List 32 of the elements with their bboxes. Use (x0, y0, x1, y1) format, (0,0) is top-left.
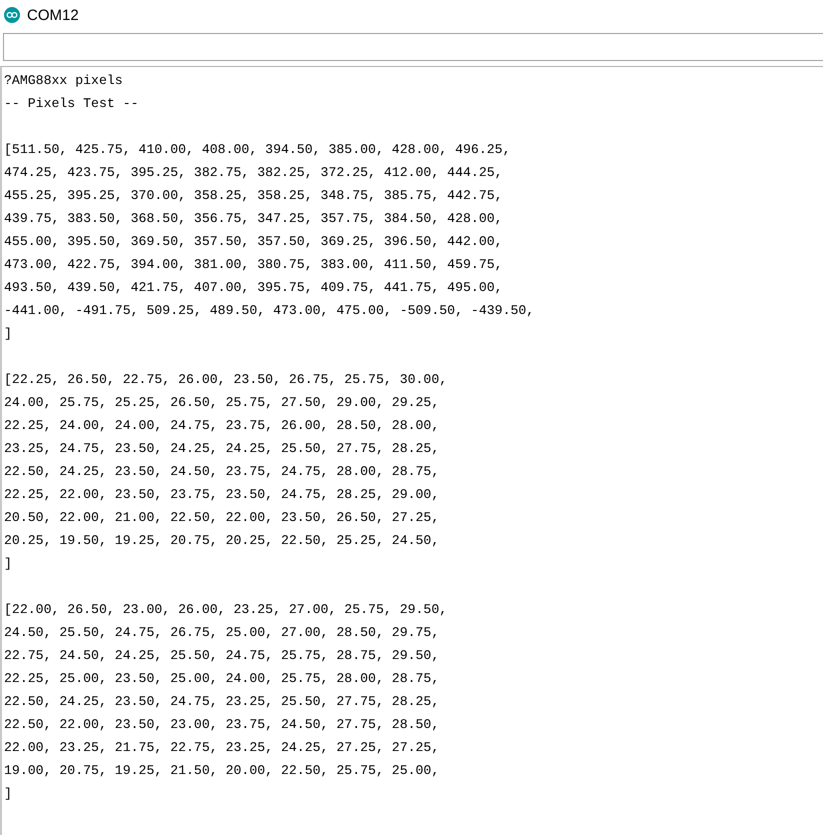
output-line: [22.25, 26.50, 22.75, 26.00, 23.50, 26.75, 25.75, 30.00, (4, 371, 448, 389)
output-line: 24.00, 25.75, 25.25, 26.50, 25.75, 27.50, 29.00, 29.25, (4, 394, 440, 412)
output-line: 22.50, 24.25, 23.50, 24.75, 23.25, 25.50, 27.75, 28.25, (4, 693, 440, 711)
output-line: 455.00, 395.50, 369.50, 357.50, 357.50, 369.25, 396.50, 442.00, (4, 233, 503, 251)
output-line: -441.00, -491.75, 509.25, 489.50, 473.00, 475.00, -509.50, -439.50, (4, 302, 534, 320)
output-line: 474.25, 423.75, 395.25, 382.75, 382.25, 372.25, 412.00, 444.25, (4, 164, 503, 182)
output-line: 20.25, 19.50, 19.25, 20.75, 20.25, 22.50, 25.25, 24.50, (4, 532, 440, 550)
output-line: ] (4, 785, 12, 803)
app-logo-icon (4, 7, 20, 23)
output-line: 24.50, 25.50, 24.75, 26.75, 25.00, 27.00, 28.50, 29.75, (4, 624, 440, 642)
output-line: ?AMG88xx pixels (4, 72, 123, 90)
output-line: 23.25, 24.75, 23.50, 24.25, 24.25, 25.50, 27.75, 28.25, (4, 440, 440, 458)
output-line: 439.75, 383.50, 368.50, 356.75, 347.25, 357.75, 384.50, 428.00, (4, 210, 503, 228)
output-line: 22.25, 22.00, 23.50, 23.75, 23.50, 24.75, 28.25, 29.00, (4, 486, 440, 504)
output-line: 22.50, 24.25, 23.50, 24.50, 23.75, 24.75, 28.00, 28.75, (4, 463, 440, 481)
output-line: [511.50, 425.75, 410.00, 408.00, 394.50, 385.00, 428.00, 496.25, (4, 141, 510, 159)
output-line: -- Pixels Test -- (4, 95, 139, 113)
output-line: 473.00, 422.75, 394.00, 381.00, 380.75, 383.00, 411.50, 459.75, (4, 256, 503, 274)
send-field[interactable] (3, 33, 823, 61)
output-line: ] (4, 555, 12, 573)
output-line: 20.50, 22.00, 21.00, 22.50, 22.00, 23.50, 26.50, 27.25, (4, 509, 440, 527)
output-line: 455.25, 395.25, 370.00, 358.25, 358.25, 348.75, 385.75, 442.75, (4, 187, 503, 205)
output-line: [22.00, 26.50, 23.00, 26.00, 23.25, 27.00, 25.75, 29.50, (4, 601, 448, 619)
output-line: 22.50, 22.00, 23.50, 23.00, 23.75, 24.50, 27.75, 28.50, (4, 716, 440, 734)
output-line: 19.00, 20.75, 19.25, 21.50, 20.00, 22.50, 25.75, 25.00, (4, 762, 440, 780)
output-line: ] (4, 325, 12, 343)
output-line: 22.00, 23.25, 21.75, 22.75, 23.25, 24.25, 27.25, 27.25, (4, 739, 440, 757)
output-line: 22.25, 24.00, 24.00, 24.75, 23.75, 26.00, 28.50, 28.00, (4, 417, 440, 435)
output-line: 22.75, 24.50, 24.25, 25.50, 24.75, 25.75, 28.75, 29.50, (4, 647, 440, 665)
output-line: 493.50, 439.50, 421.75, 407.00, 395.75, 409.75, 441.75, 495.00, (4, 279, 503, 297)
window-title: COM12 (27, 6, 79, 24)
output-line: 22.25, 25.00, 23.50, 25.00, 24.00, 25.75, 28.00, 28.75, (4, 670, 440, 688)
